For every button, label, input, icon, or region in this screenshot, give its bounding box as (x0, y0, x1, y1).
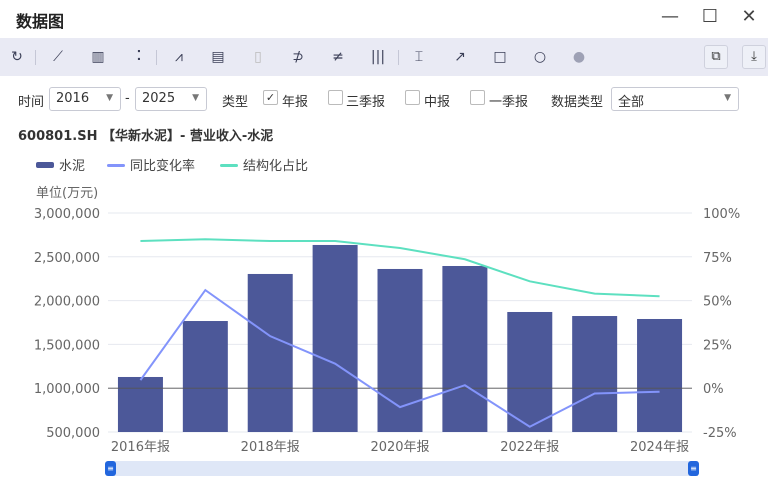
y-tick-label: 1,000,000 (34, 382, 100, 397)
half-year-checkbox[interactable] (405, 90, 420, 105)
x-tick-label: 2024年报 (630, 440, 689, 455)
y-tick-label: 2,500,000 (34, 251, 100, 266)
back-icon[interactable]: ● (568, 46, 590, 68)
time-label: 时间 (18, 95, 45, 110)
not-equal-icon[interactable]: ≠ (327, 46, 349, 68)
y-tick-label: 1,500,000 (34, 338, 100, 353)
data-type-label: 数据类型 (551, 95, 604, 110)
toolbar-divider (156, 50, 157, 65)
zoom-slider-track[interactable] (110, 461, 698, 476)
end-year-value: 2025 (142, 91, 176, 106)
maximize-button[interactable]: ☐ (698, 6, 722, 30)
half-year-label: 中报 (424, 95, 451, 110)
window-title: 数据图 (16, 12, 65, 31)
y2-tick-label: 100% (703, 207, 740, 222)
data-type-value: 全部 (618, 95, 645, 110)
y2-tick-label: 25% (703, 338, 732, 353)
y2-tick-label: 0% (703, 382, 724, 397)
legend-swatch-yoy (107, 164, 125, 167)
start-year-value: 2016 (56, 91, 90, 106)
bar (117, 376, 163, 432)
data-label-icon[interactable]: ▯ (247, 46, 269, 68)
structure-line (140, 238, 660, 298)
bar (572, 316, 618, 432)
filter-bar: 时间 2016 ▼ - 2025 ▼ 类型 ✓ 年报 三季报 中报 一季报 数据类型… (0, 86, 768, 112)
y-tick-label: 3,000,000 (34, 207, 100, 222)
slider-handle-left[interactable]: ≡ (105, 461, 116, 476)
line-chart-icon[interactable]: ⩘ (168, 46, 190, 68)
chevron-down-icon: ▼ (106, 93, 113, 103)
y2-tick-label: -25% (703, 426, 737, 441)
scatter-icon[interactable]: ⠨ (126, 46, 148, 68)
toolbar-divider (398, 50, 399, 65)
bar (312, 244, 358, 432)
legend-swatch-bar (36, 162, 54, 168)
legend-item-cement[interactable]: 水泥 (59, 155, 85, 174)
close-button[interactable]: ✕ (737, 6, 761, 30)
start-year-select[interactable]: 2016 ▼ (49, 87, 121, 111)
bar (442, 265, 488, 432)
bar (182, 321, 228, 432)
range-dash: - (125, 91, 130, 106)
data-type-select[interactable]: 全部 ▼ (611, 87, 739, 111)
copy-icon[interactable]: ⧉ (704, 45, 728, 69)
bar (637, 318, 683, 432)
note-icon[interactable]: ▤ (207, 46, 229, 68)
trend-line-icon[interactable]: ⟋ (47, 46, 69, 68)
angle-icon[interactable]: ⊅ (287, 46, 309, 68)
annual-checkbox[interactable]: ✓ (263, 90, 278, 105)
download-icon[interactable]: ⤓ (742, 45, 766, 69)
toolbar-divider (35, 50, 36, 65)
refresh-icon[interactable]: ↻ (6, 46, 28, 68)
rectangle-icon[interactable]: □ (489, 46, 511, 68)
slider-handle-right[interactable]: ≡ (688, 461, 699, 476)
text-box-icon[interactable]: ⌶ (408, 46, 430, 68)
toolbar: ↻ ⟋ ▥ ⠨ ⩘ ▤ ▯ ⊅ ≠ ||| ⌶ ↗ □ ○ ● ⧉ ⤓ (0, 38, 768, 76)
y-axis-unit-label: 单位(万元) (36, 186, 98, 201)
x-tick-label: 2020年报 (370, 440, 429, 455)
y2-tick-label: 50% (703, 295, 732, 310)
legend-item-yoy[interactable]: 同比变化率 (130, 155, 195, 174)
bar (247, 273, 293, 432)
q1-label: 一季报 (489, 95, 529, 110)
chart-heading: 600801.SH 【华新水泥】- 营业收入-水泥 (18, 129, 274, 144)
vertical-lines-icon[interactable]: ||| (367, 46, 389, 68)
chevron-down-icon: ▼ (192, 93, 199, 103)
arrow-icon[interactable]: ↗ (449, 46, 471, 68)
bar-chart-icon[interactable]: ▥ (87, 46, 109, 68)
x-tick-label: 2022年报 (500, 440, 559, 455)
bar (507, 311, 553, 432)
bar (377, 268, 423, 432)
type-label: 类型 (222, 95, 249, 110)
annual-label: 年报 (282, 95, 309, 110)
y2-tick-label: 75% (703, 251, 732, 266)
end-year-select[interactable]: 2025 ▼ (135, 87, 207, 111)
q3-checkbox[interactable] (328, 90, 343, 105)
title-bar: 数据图 — ☐ ✕ (0, 0, 768, 38)
y-tick-label: 500,000 (46, 426, 100, 441)
legend-item-structure[interactable]: 结构化占比 (243, 155, 308, 174)
q1-checkbox[interactable] (470, 90, 485, 105)
chevron-down-icon: ▼ (724, 93, 731, 103)
legend-swatch-structure (220, 164, 238, 167)
ellipse-icon[interactable]: ○ (529, 46, 551, 68)
minimize-button[interactable]: — (658, 6, 682, 30)
x-tick-label: 2018年报 (241, 440, 300, 455)
y-tick-label: 2,000,000 (34, 295, 100, 310)
x-tick-label: 2016年报 (111, 440, 170, 455)
q3-label: 三季报 (346, 95, 386, 110)
yoy-line (139, 288, 660, 428)
